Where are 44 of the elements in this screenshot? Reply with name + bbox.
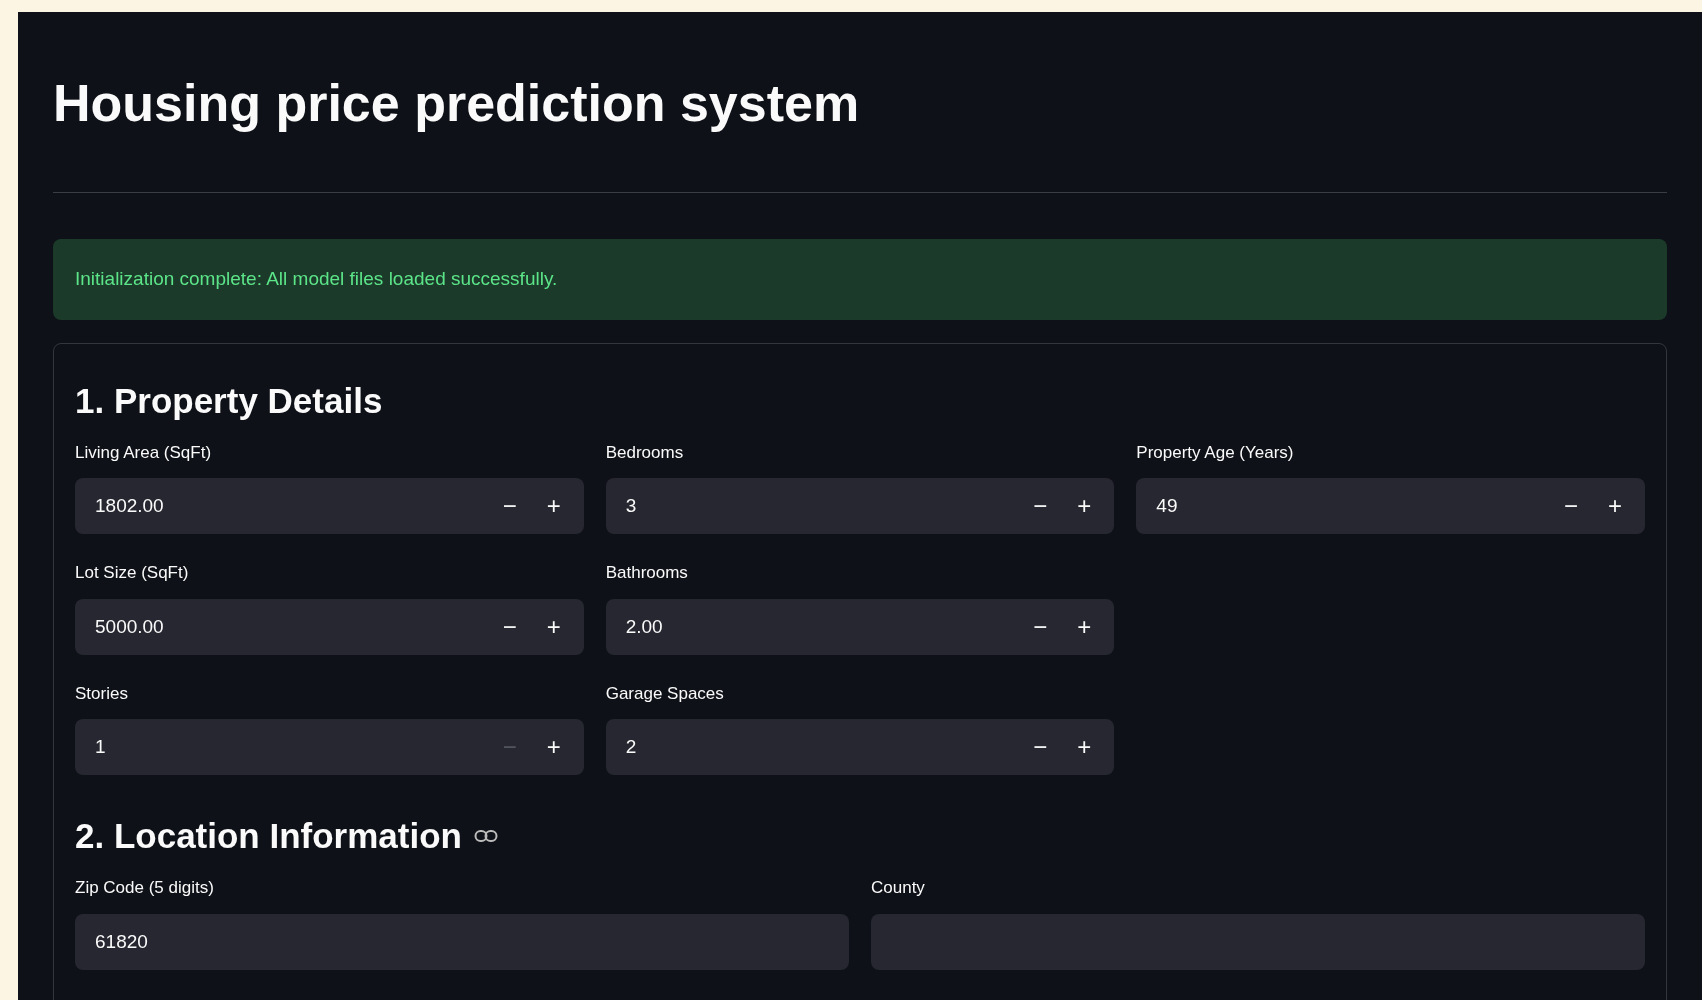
number-input[interactable]: 5000.00 − + xyxy=(75,598,584,655)
plus-button[interactable]: + xyxy=(1062,725,1107,770)
field-label: Stories xyxy=(75,682,128,705)
field-label: County xyxy=(871,877,925,900)
minus-button[interactable]: − xyxy=(1018,484,1063,529)
number-value[interactable]: 1 xyxy=(93,732,488,763)
minus-button[interactable]: − xyxy=(487,604,532,649)
plus-button[interactable]: + xyxy=(1593,484,1637,529)
plus-button[interactable]: + xyxy=(531,604,576,649)
text-value[interactable]: 61820 xyxy=(93,926,831,958)
plus-button[interactable]: + xyxy=(531,725,576,770)
field-label: Garage Spaces xyxy=(605,682,724,705)
field-label: Property Age (Years) xyxy=(1136,441,1294,464)
section-heading: 1. Property Details xyxy=(75,379,383,422)
number-input[interactable]: 2.00 − + xyxy=(605,598,1115,655)
minus-button[interactable]: − xyxy=(1549,484,1593,529)
number-input[interactable]: 49 − + xyxy=(1136,478,1645,535)
text-input[interactable]: 61820 xyxy=(75,913,849,970)
text-input[interactable] xyxy=(871,913,1645,970)
field-label: Zip Code (5 digits) xyxy=(75,877,214,900)
page-title: Housing price prediction system xyxy=(53,73,860,134)
plus-button[interactable]: + xyxy=(1062,604,1107,649)
field-label: Living Area (SqFt) xyxy=(75,441,212,464)
number-value[interactable]: 1802.00 xyxy=(93,491,488,522)
section-heading: 2. Location Information xyxy=(75,815,462,858)
number-value[interactable]: 2 xyxy=(623,732,1019,763)
number-value[interactable]: 3 xyxy=(623,491,1019,522)
field-label: Bedrooms xyxy=(605,441,684,464)
number-input[interactable]: 3 − + xyxy=(605,478,1115,535)
number-input[interactable]: 1802.00 − + xyxy=(75,478,584,535)
minus-button[interactable]: − xyxy=(1018,604,1063,649)
field-label: Lot Size (SqFt) xyxy=(75,562,189,585)
number-input[interactable]: 2 − + xyxy=(605,719,1115,776)
success-alert: Initialization complete: All model files loaded successfully. xyxy=(53,239,1667,320)
number-input[interactable]: 1 − + xyxy=(75,719,584,776)
plus-button[interactable]: + xyxy=(531,484,576,529)
number-value[interactable]: 5000.00 xyxy=(93,611,488,643)
link-icon[interactable] xyxy=(473,829,498,844)
plus-button[interactable]: + xyxy=(1062,484,1107,529)
number-value[interactable]: 49 xyxy=(1154,491,1549,522)
field-label: Bathrooms xyxy=(605,562,688,585)
number-value[interactable]: 2.00 xyxy=(623,611,1019,643)
minus-button[interactable]: − xyxy=(1018,725,1063,770)
minus-button[interactable]: − xyxy=(487,484,532,529)
